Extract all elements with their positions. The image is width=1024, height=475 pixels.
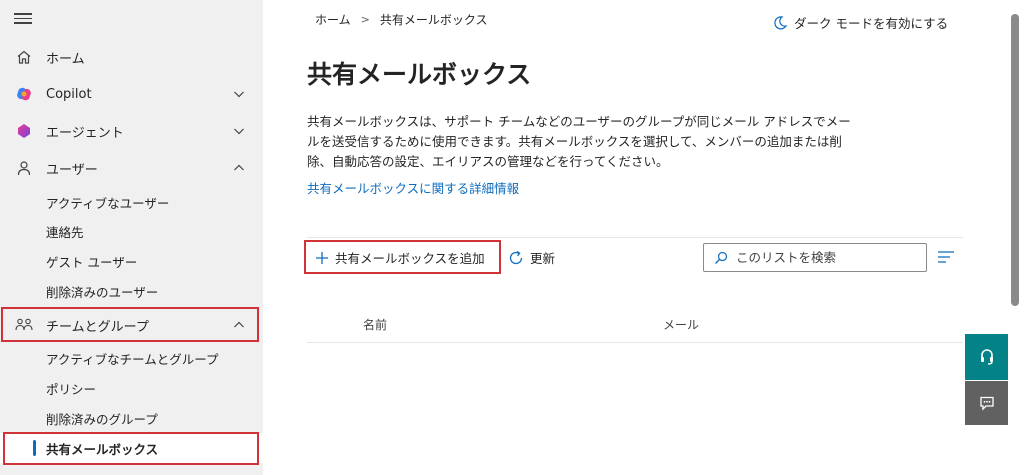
breadcrumb-current: 共有メールボックス <box>379 13 488 27</box>
sidebar-subitem-policies[interactable]: ポリシー <box>0 373 263 403</box>
moon-icon <box>774 15 788 29</box>
sidebar-item-agents[interactable]: エージェント <box>0 114 263 148</box>
table-header-divider <box>307 342 963 343</box>
sidebar-subitem-deleted-users[interactable]: 削除済みのユーザー <box>0 276 263 306</box>
column-header-name[interactable]: 名前 <box>363 316 387 333</box>
sidebar-subitem-active-users[interactable]: アクティブなユーザー <box>0 187 263 217</box>
main-content: ホーム > 共有メールボックス ダーク モードを有効にする 共有メールボックス … <box>263 0 1008 475</box>
headset-help-icon <box>980 349 993 365</box>
sidebar: ホーム Copilot エージェント ユーザー アクティブなユーザー 連絡先 ゲ… <box>0 0 263 475</box>
search-box[interactable] <box>703 243 927 272</box>
scrollbar-thumb[interactable] <box>1011 14 1019 306</box>
sidebar-subitem-shared-mailboxes[interactable]: 共有メールボックス <box>0 433 263 463</box>
sidebar-item-teams-groups[interactable]: チームとグループ <box>0 308 263 342</box>
selected-indicator <box>33 440 36 456</box>
search-input[interactable] <box>736 250 916 265</box>
column-header-email[interactable]: メール <box>663 316 699 333</box>
sidebar-subitem-active-teams[interactable]: アクティブなチームとグループ <box>0 343 263 373</box>
breadcrumb-separator: > <box>360 13 370 26</box>
hamburger-menu-icon[interactable] <box>14 10 32 28</box>
sidebar-item-label: チームとグループ <box>46 319 149 335</box>
refresh-label: 更新 <box>530 251 556 266</box>
filter-list-icon[interactable] <box>937 250 955 264</box>
refresh-button[interactable]: 更新 <box>508 241 555 274</box>
sidebar-subitem-contacts[interactable]: 連絡先 <box>0 216 263 246</box>
chevron-down-icon <box>234 128 244 135</box>
sidebar-subitem-deleted-groups[interactable]: 削除済みのグループ <box>0 403 263 433</box>
sidebar-item-label: Copilot <box>46 86 92 102</box>
chevron-up-icon <box>234 321 244 328</box>
feedback-button[interactable] <box>965 381 1008 425</box>
sidebar-item-home[interactable]: ホーム <box>0 40 263 74</box>
plus-icon <box>316 251 328 264</box>
dark-mode-toggle[interactable]: ダーク モードを有効にする <box>772 13 948 32</box>
add-shared-mailbox-button[interactable]: 共有メールボックスを追加 <box>307 241 500 274</box>
page-title: 共有メールボックス <box>307 60 532 89</box>
refresh-icon <box>509 250 523 264</box>
sidebar-item-label: ユーザー <box>46 162 98 178</box>
add-shared-mailbox-label: 共有メールボックスを追加 <box>335 251 485 266</box>
breadcrumb: ホーム > 共有メールボックス <box>315 11 488 28</box>
learn-more-link[interactable]: 共有メールボックスに関する詳細情報 <box>307 178 519 197</box>
page-description: 共有メールボックスは、サポート チームなどのユーザーのグループが同じメール アド… <box>307 114 851 169</box>
sidebar-subitem-guest-users[interactable]: ゲスト ユーザー <box>0 246 263 276</box>
dark-mode-label: ダーク モードを有効にする <box>794 16 949 31</box>
user-icon <box>15 159 33 177</box>
sidebar-item-label: ホーム <box>46 51 85 67</box>
agent-icon <box>15 122 33 140</box>
chevron-down-icon <box>234 91 244 98</box>
help-button[interactable] <box>965 334 1008 380</box>
chevron-up-icon <box>234 164 244 171</box>
teams-groups-icon <box>15 316 33 334</box>
admin-center-app: ホーム Copilot エージェント ユーザー アクティブなユーザー 連絡先 ゲ… <box>0 0 1024 475</box>
search-icon <box>715 251 728 264</box>
feedback-icon <box>979 396 994 411</box>
divider <box>307 237 963 238</box>
copilot-icon <box>15 85 33 103</box>
sidebar-item-users[interactable]: ユーザー <box>0 151 263 185</box>
breadcrumb-home[interactable]: ホーム <box>315 11 351 28</box>
sidebar-item-label: エージェント <box>46 125 124 141</box>
home-icon <box>15 48 33 66</box>
sidebar-item-copilot[interactable]: Copilot <box>0 77 263 111</box>
